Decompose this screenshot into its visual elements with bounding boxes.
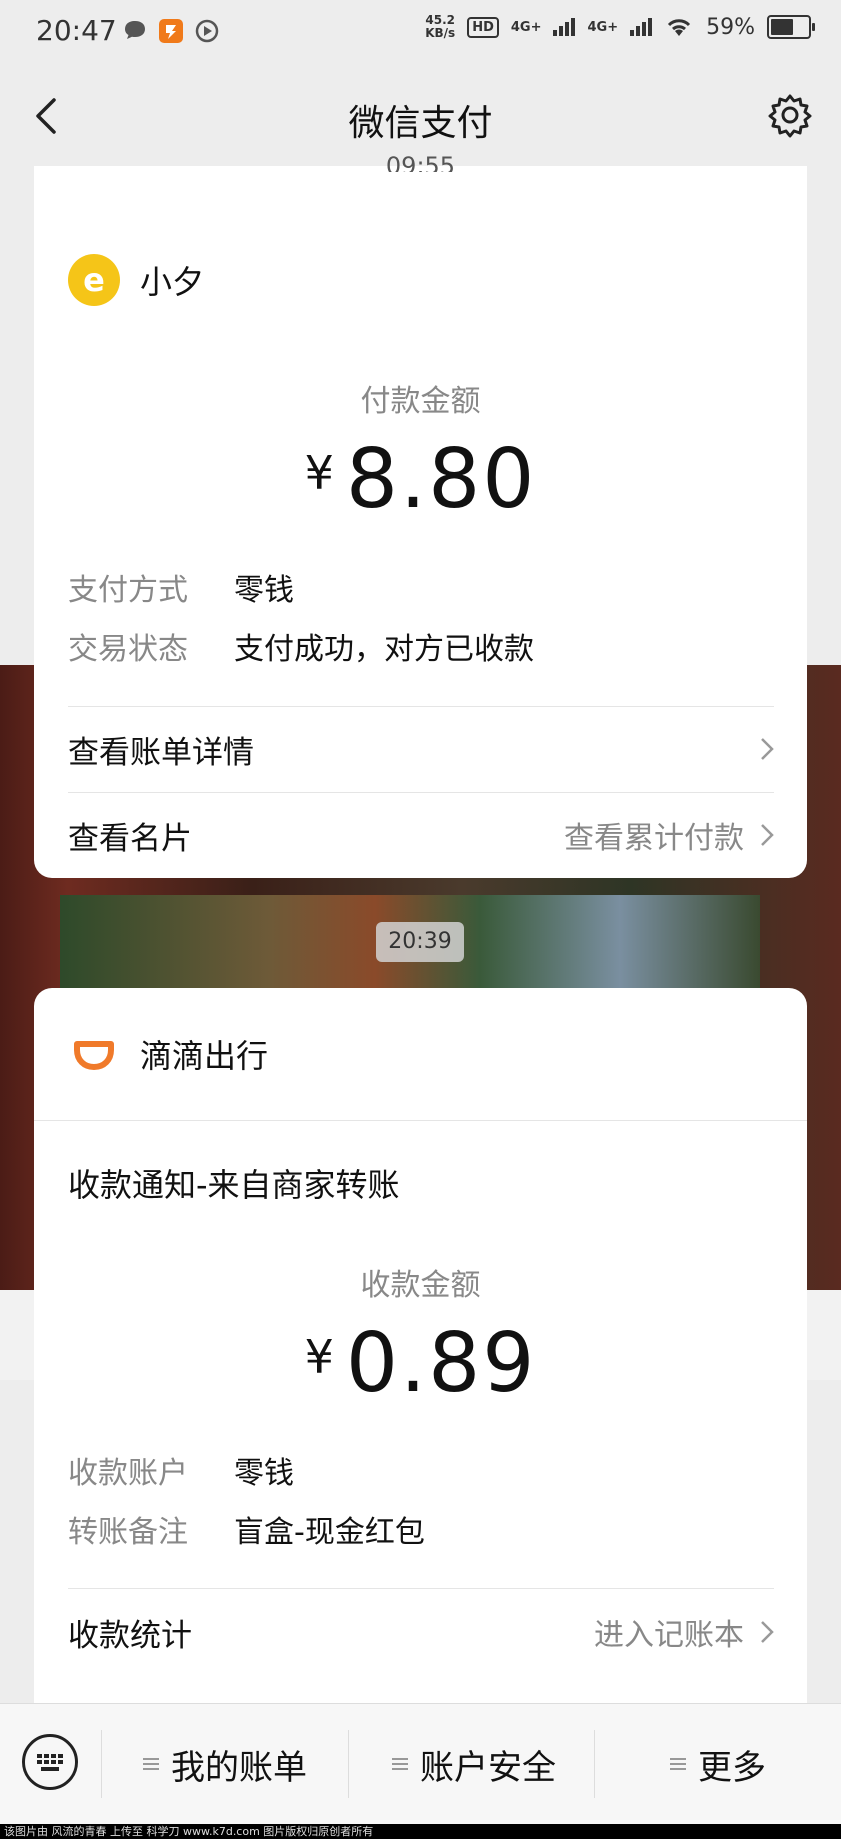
amount-value: 8.80 xyxy=(345,432,537,527)
receipt-notice-title: 收款通知-来自商家转账 xyxy=(68,1166,400,1204)
keyboard-icon xyxy=(37,1754,63,1771)
enter-ledger: 进入记账本 xyxy=(594,1618,744,1653)
menu-label: 我的账单 xyxy=(171,1747,307,1788)
hd-badge: HD xyxy=(467,16,499,38)
chat-bubble-icon xyxy=(125,21,145,39)
menu-more[interactable]: 更多 xyxy=(600,1734,836,1794)
merchant-name: 小夕 xyxy=(140,263,205,301)
link-label: 收款统计 xyxy=(68,1617,192,1654)
menu-label: 账户安全 xyxy=(420,1747,556,1788)
battery-icon xyxy=(767,15,815,39)
play-icon xyxy=(195,19,219,43)
menu-account-security[interactable]: 账户安全 xyxy=(356,1734,592,1794)
receipt-stats-link[interactable]: 收款统计 进入记账本 xyxy=(68,1597,774,1667)
notification-icons xyxy=(122,18,220,44)
status-bar: 20:47 45.2 KB/s HD 4G+ 4G+ 59% xyxy=(0,0,841,66)
menu-icon xyxy=(670,1758,686,1770)
divider xyxy=(68,706,774,707)
chevron-right-icon xyxy=(761,1621,774,1643)
signal-4g-1: 4G+ xyxy=(510,19,542,35)
message-timestamp: 09:55 xyxy=(385,152,456,172)
payment-amount-label: 付款金额 xyxy=(360,384,481,419)
divider xyxy=(68,792,774,793)
network-speed: 45.2 KB/s xyxy=(425,13,456,40)
watermark-footer: 该图片由 风流的青春 上传至 科学刀 www.k7d.com 图片版权归原创者所… xyxy=(0,1824,841,1839)
divider xyxy=(68,1588,774,1589)
field-key: 收款账户 xyxy=(68,1456,188,1491)
payment-merchant[interactable]: e 小夕 xyxy=(68,254,204,306)
receipt-amount: ¥0.89 xyxy=(0,1316,841,1411)
field-value: 零钱 xyxy=(234,1456,294,1491)
receipt-amount-label: 收款金额 xyxy=(360,1268,481,1303)
field-key: 支付方式 xyxy=(68,573,188,608)
app-notification-icon xyxy=(159,19,183,43)
view-bill-details-link[interactable]: 查看账单详情 xyxy=(68,714,774,784)
chevron-right-icon xyxy=(761,738,774,760)
field-key: 转账备注 xyxy=(68,1515,188,1550)
separator xyxy=(348,1730,349,1798)
didi-logo-icon xyxy=(74,1041,114,1070)
link-label: 查看账单详情 xyxy=(68,734,254,771)
field-key: 交易状态 xyxy=(68,632,188,667)
signal-4g-2: 4G+ xyxy=(587,19,619,35)
link-label: 查看名片 xyxy=(68,820,192,857)
wifi-icon xyxy=(668,19,691,36)
separator xyxy=(594,1730,595,1798)
nav-bar: 微信支付 xyxy=(0,66,841,166)
divider xyxy=(34,1120,807,1121)
merchant-name: 滴滴出行 xyxy=(140,1037,269,1075)
gear-icon[interactable] xyxy=(767,92,813,138)
currency-symbol: ¥ xyxy=(304,446,334,500)
message-timestamp-pill: 20:39 xyxy=(376,922,464,962)
chevron-right-icon xyxy=(761,824,774,846)
amount-value: 0.89 xyxy=(345,1316,537,1411)
menu-icon xyxy=(392,1758,408,1770)
payment-amount: ¥8.80 xyxy=(0,432,841,527)
receipt-merchant[interactable]: 滴滴出行 xyxy=(68,1028,268,1080)
menu-label: 更多 xyxy=(698,1747,766,1788)
menu-my-bill[interactable]: 我的账单 xyxy=(110,1734,340,1794)
bottom-menu-bar: 我的账单 账户安全 更多 xyxy=(0,1703,841,1825)
field-value: 支付成功，对方已收款 xyxy=(234,632,534,667)
currency-symbol: ¥ xyxy=(304,1330,334,1384)
receipt-field-remark: 转账备注 盲盒-现金红包 xyxy=(68,1507,425,1551)
status-time: 20:47 xyxy=(36,14,117,47)
status-right: 45.2 KB/s HD 4G+ 4G+ 59% xyxy=(425,13,815,40)
field-value: 盲盒-现金红包 xyxy=(234,1515,425,1550)
keyboard-toggle-button[interactable] xyxy=(22,1734,78,1790)
payment-field-status: 交易状态 支付成功，对方已收款 xyxy=(68,624,534,668)
payment-field-method: 支付方式 零钱 xyxy=(68,565,294,609)
receipt-field-account: 收款账户 零钱 xyxy=(68,1448,294,1492)
field-value: 零钱 xyxy=(234,573,294,608)
page-title: 微信支付 xyxy=(348,103,493,144)
battery-percent: 59% xyxy=(706,14,755,40)
menu-icon xyxy=(143,1758,159,1770)
signal-bars-icon xyxy=(553,18,576,36)
signal-bars-icon-2 xyxy=(630,18,653,36)
view-business-card-link[interactable]: 查看名片 查看累计付款 xyxy=(68,800,774,870)
merchant-avatar: e xyxy=(68,254,120,306)
separator xyxy=(101,1730,102,1798)
view-total-payment: 查看累计付款 xyxy=(564,821,744,856)
